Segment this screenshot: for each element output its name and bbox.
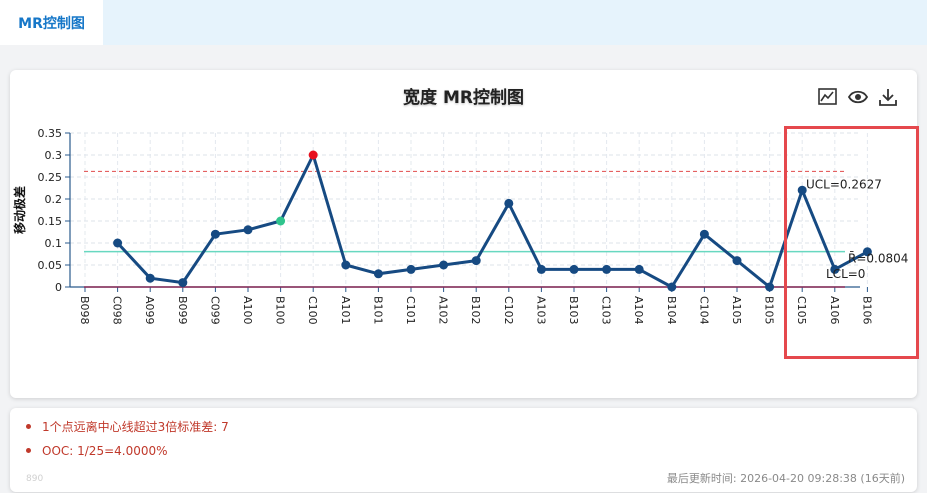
y-axis-label: 移动极差 [12,186,27,234]
data-point [406,264,416,274]
x-tick-label: C099 [208,296,221,325]
x-tick-label: C101 [404,296,417,325]
x-tick-label: C104 [697,296,710,325]
y-tick-label: 0.3 [45,149,63,162]
y-tick-label: 0 [55,281,62,294]
data-point [765,282,775,292]
data-point [308,150,318,160]
data-point [439,260,449,270]
data-point [471,256,481,266]
y-tick-label: 0.15 [38,215,63,228]
data-point [243,225,253,235]
x-tick-label: B099 [176,296,189,325]
data-point [113,238,123,248]
data-point [634,264,644,274]
x-tick-label: A100 [241,296,254,325]
x-tick-label: B102 [469,296,482,325]
y-tick-label: 0.25 [38,171,63,184]
data-point [536,264,546,274]
x-tick-label: C103 [600,296,613,325]
data-point [178,278,188,288]
y-tick-label: 0.2 [45,193,63,206]
x-tick-label: C102 [502,296,515,325]
x-tick-label: B105 [763,296,776,325]
x-tick-label: B103 [567,296,580,325]
x-tick-label: A103 [534,296,547,325]
x-tick-label: A105 [730,296,743,325]
x-tick-label: B100 [274,296,287,325]
faint-text: 890 [26,474,44,484]
x-tick-label: A099 [143,296,156,325]
x-tick-label: A104 [632,296,645,325]
data-point [569,264,579,274]
y-tick-label: 0.05 [38,259,63,272]
last-updated: 最后更新时间: 2026-04-20 09:28:38 (16天前) [666,472,905,485]
data-point [373,269,383,279]
y-tick-label: 0.1 [45,237,63,250]
x-tick-label: A102 [437,296,450,325]
data-point [667,282,677,292]
data-point [210,229,220,239]
data-point [504,198,514,208]
data-point [145,273,155,283]
notes-list: 1个点远离中心线超过3倍标准差: 7 OOC: 1/25=4.0000% [26,418,229,466]
x-tick-label: A101 [339,296,352,325]
data-point [602,264,612,274]
y-tick-label: 0.35 [38,127,63,140]
rule-notes-card: 1个点远离中心线超过3倍标准差: 7 OOC: 1/25=4.0000% 890… [10,408,917,492]
data-point [341,260,351,270]
x-tick-label: C098 [111,296,124,325]
x-tick-label: B104 [665,296,678,325]
data-point [732,256,742,266]
note-item: OOC: 1/25=4.0000% [26,442,229,466]
x-tick-label: C100 [306,296,319,325]
note-item: 1个点远离中心线超过3倍标准差: 7 [26,418,229,442]
highlight-box [784,126,919,359]
data-point [699,229,709,239]
x-tick-label: B098 [78,296,91,325]
data-point [276,216,286,226]
x-tick-label: B101 [371,296,384,325]
